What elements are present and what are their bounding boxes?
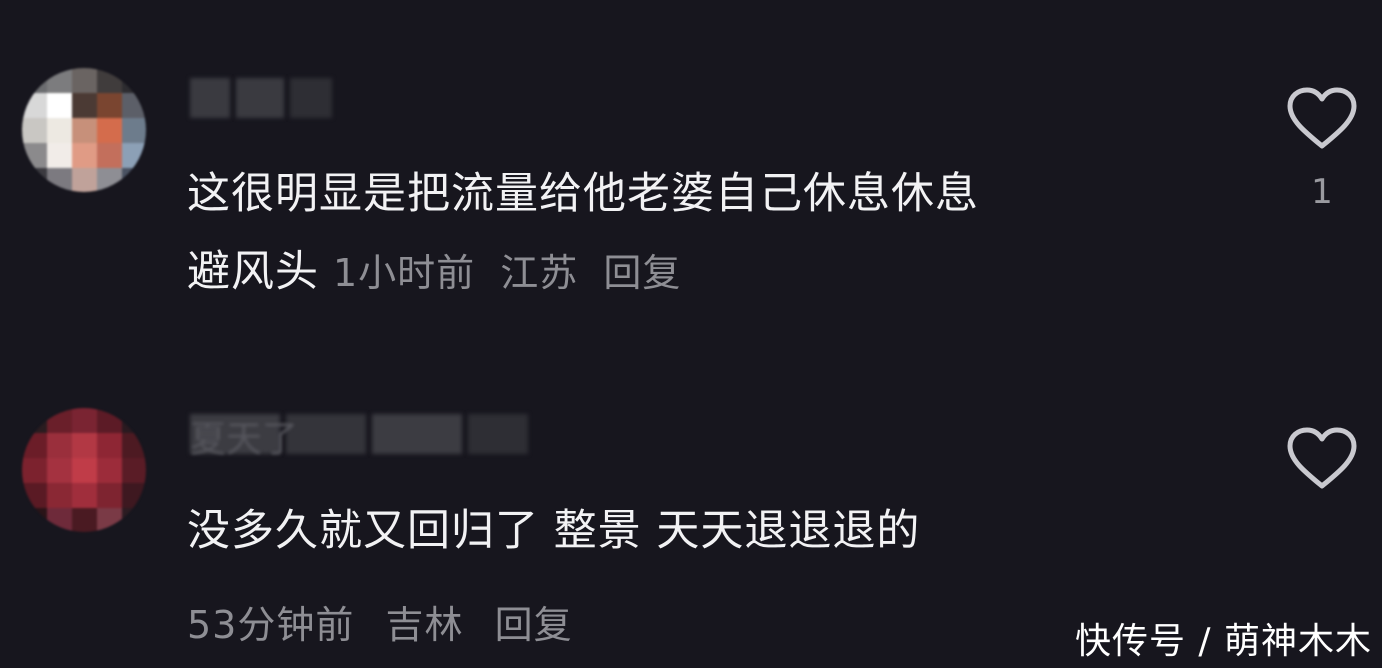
username[interactable]: 夏天了 bbox=[190, 408, 528, 460]
heart-outline-icon[interactable] bbox=[1285, 426, 1359, 492]
avatar[interactable] bbox=[22, 408, 146, 532]
comment-list-screen: 这很明显是把流量给他老婆自己休息休息 避风头 1小时前 江苏 回复 1 夏天了 … bbox=[0, 0, 1382, 668]
comment-text: 这很明显是把流量给他老婆自己休息休息 避风头 1小时前 江苏 回复 bbox=[187, 155, 979, 312]
heart-outline-icon[interactable] bbox=[1285, 86, 1359, 152]
comment-location: 吉林 bbox=[385, 603, 464, 647]
username-text: 夏天了 bbox=[190, 419, 299, 460]
comment-text-line: 避风头 bbox=[187, 247, 319, 297]
avatar[interactable] bbox=[22, 68, 146, 192]
comment-text: 没多久就又回归了 整景 天天退退退的 bbox=[187, 506, 921, 556]
reply-button[interactable]: 回复 bbox=[495, 603, 573, 647]
comment-time: 1小时前 bbox=[333, 251, 476, 295]
watermark: 快传号 / 萌神木木 bbox=[1074, 621, 1372, 662]
username[interactable] bbox=[190, 72, 332, 118]
comment-time: 53分钟前 bbox=[187, 603, 355, 647]
reply-button[interactable]: 回复 bbox=[603, 251, 681, 295]
comment-text-line: 这很明显是把流量给他老婆自己休息休息 bbox=[187, 169, 979, 219]
comment-meta: 53分钟前 吉林 回复 bbox=[187, 594, 591, 649]
like-count: 1 bbox=[1311, 172, 1333, 212]
comment-location: 江苏 bbox=[500, 251, 579, 295]
